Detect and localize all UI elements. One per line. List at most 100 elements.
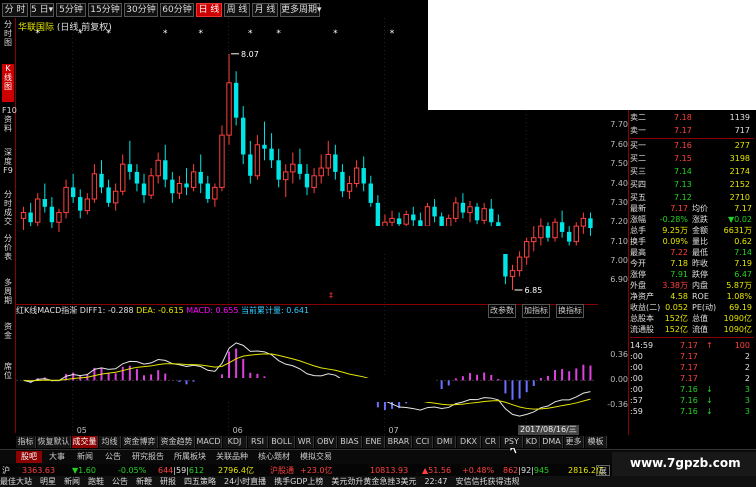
candle[interactable]	[233, 71, 239, 126]
ticker-item[interactable]: 研报	[160, 477, 176, 486]
candle[interactable]	[538, 218, 544, 246]
left-tab-4[interactable]: 分时成交	[2, 190, 14, 230]
candle[interactable]	[106, 179, 111, 207]
candle[interactable]	[489, 199, 494, 227]
indicator-tab-3[interactable]: 均线	[99, 436, 121, 448]
candle[interactable]	[254, 135, 261, 180]
info-tab-1[interactable]: 大事	[44, 451, 70, 463]
candle[interactable]	[155, 152, 161, 184]
candle[interactable]	[559, 210, 565, 238]
indicator-tab-13[interactable]: ENE	[363, 436, 385, 448]
candle[interactable]	[361, 156, 366, 192]
indicator-tab-19[interactable]: PSY	[501, 436, 523, 448]
candle[interactable]	[509, 264, 516, 290]
event-marker[interactable]: *	[35, 29, 40, 39]
period-tab-3[interactable]: 15分钟	[88, 3, 122, 17]
info-tab-8[interactable]: 模拟交易	[296, 451, 336, 463]
candle[interactable]	[552, 218, 558, 242]
ticker-item[interactable]: 明星	[40, 477, 56, 486]
indicator-tab-2[interactable]: 成交量	[72, 436, 98, 448]
candle[interactable]	[176, 175, 183, 200]
bid-row[interactable]: 买三 7.14 2174	[630, 166, 754, 177]
ticker-item[interactable]: 四五策略	[184, 477, 216, 486]
period-tab-0[interactable]: 分 时	[2, 3, 28, 17]
candle[interactable]	[127, 140, 133, 180]
candle[interactable]	[35, 193, 41, 227]
candle[interactable]	[205, 175, 210, 203]
indicator-tab-17[interactable]: DKX	[457, 436, 481, 448]
period-tab-6[interactable]: 日 线	[196, 3, 222, 17]
indicator-tab-4[interactable]: 资金博弈	[122, 436, 158, 448]
candle[interactable]	[120, 154, 126, 196]
candle[interactable]	[333, 144, 338, 180]
candle[interactable]	[588, 212, 593, 236]
candle[interactable]	[241, 106, 246, 165]
candle[interactable]	[396, 212, 402, 229]
candle[interactable]	[481, 202, 487, 225]
candle[interactable]	[42, 183, 47, 213]
candle[interactable]	[99, 160, 104, 194]
candle[interactable]	[567, 226, 572, 246]
left-tab-5[interactable]: 分价表	[2, 234, 14, 274]
bid-row[interactable]: 买四 7.13 2152	[630, 179, 754, 190]
indicator-tab-12[interactable]: BIAS	[338, 436, 362, 448]
period-tab-5[interactable]: 60分钟	[160, 3, 194, 17]
candle[interactable]	[460, 193, 466, 219]
left-tab-1[interactable]: K线图	[2, 64, 14, 102]
indicator-tab-0[interactable]: 指标	[16, 436, 36, 448]
switch-indicator-button[interactable]: 换指标	[556, 304, 584, 318]
candle[interactable]	[78, 189, 83, 219]
event-marker[interactable]: *	[248, 29, 253, 39]
ticker-item[interactable]: 美元劲升黄金急挫3美元	[331, 477, 416, 486]
ticker-item[interactable]: 新鞭	[136, 477, 152, 486]
candle[interactable]	[283, 164, 289, 198]
candle[interactable]	[545, 222, 551, 242]
candle[interactable]	[474, 202, 480, 225]
candle[interactable]	[290, 152, 296, 184]
candle[interactable]	[311, 168, 317, 194]
candle[interactable]	[70, 173, 76, 203]
candle[interactable]	[262, 121, 267, 161]
candle[interactable]	[226, 53, 232, 145]
indicator-tab-6[interactable]: MACD	[196, 436, 222, 448]
indicator-tab-14[interactable]: BRAR	[386, 436, 412, 448]
event-marker[interactable]: *	[106, 29, 111, 39]
ticker-item[interactable]: 携手GDP上榜	[274, 477, 323, 486]
candle[interactable]	[453, 197, 459, 223]
left-tab-0[interactable]: 分时图	[2, 20, 14, 60]
candle[interactable]	[20, 206, 27, 230]
candle[interactable]	[304, 164, 310, 196]
event-marker[interactable]: *	[333, 29, 338, 39]
candle[interactable]	[134, 164, 140, 192]
expand-button[interactable]: 展	[596, 465, 610, 476]
candle[interactable]	[163, 144, 168, 188]
period-tab-1[interactable]: 5 日▾	[30, 3, 54, 17]
candle[interactable]	[531, 226, 537, 252]
ticker-item[interactable]: 24小时直播	[224, 477, 266, 486]
info-tab-5[interactable]: 所属板块	[170, 451, 210, 463]
candle[interactable]	[276, 148, 281, 188]
indicator-tab-11[interactable]: OBV	[315, 436, 337, 448]
candle[interactable]	[516, 251, 523, 277]
ticker-item[interactable]: 跑鞋	[88, 477, 104, 486]
indicator-tab-10[interactable]: WR	[296, 436, 314, 448]
indicator-tab-18[interactable]: CR	[482, 436, 500, 448]
period-tab-7[interactable]: 周 线	[224, 3, 250, 17]
ask-row[interactable]: 卖二 7.18 1139	[630, 112, 754, 123]
event-marker[interactable]: *	[390, 29, 395, 39]
candle[interactable]	[212, 183, 218, 207]
bid-row[interactable]: 买五 7.12 2710	[630, 192, 754, 203]
candle[interactable]	[325, 140, 331, 176]
period-tab-4[interactable]: 30分钟	[124, 3, 158, 17]
period-tab-9[interactable]: 更多周期▾	[280, 3, 322, 17]
candle[interactable]	[190, 164, 197, 192]
indicator-tab-22[interactable]: 更多	[564, 436, 584, 448]
event-marker[interactable]: *	[78, 29, 83, 39]
event-marker[interactable]: *	[198, 29, 203, 39]
candle[interactable]	[573, 222, 579, 246]
indicator-tab-8[interactable]: RSI	[248, 436, 268, 448]
left-tab-7[interactable]: 资金	[2, 322, 14, 358]
indicator-tab-23[interactable]: 模板	[585, 436, 607, 448]
bid-row[interactable]: 买一 7.16 277	[630, 140, 754, 151]
candle[interactable]	[353, 160, 360, 188]
